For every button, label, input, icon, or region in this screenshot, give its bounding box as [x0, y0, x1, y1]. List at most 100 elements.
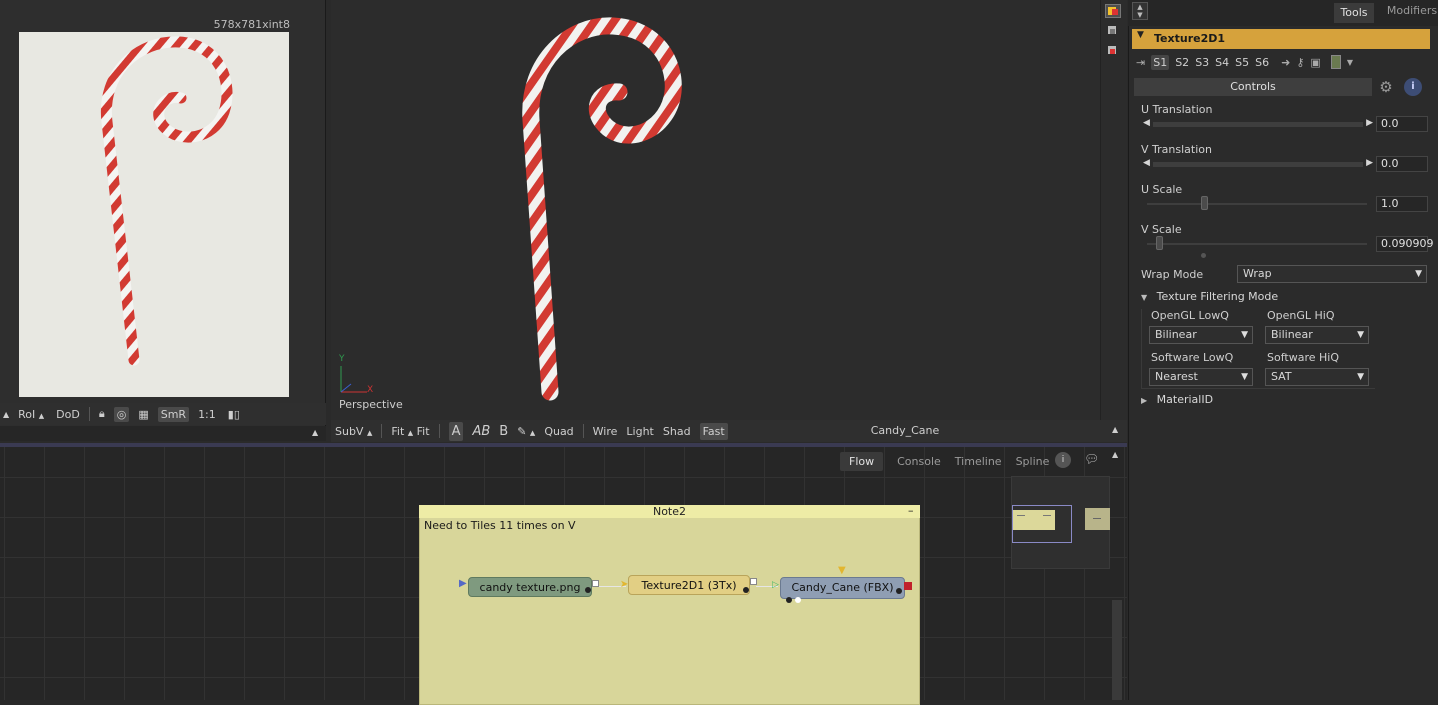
wipe-tool-icon[interactable]: ✎ ▲ [517, 425, 535, 438]
buffer-a-button[interactable]: A [448, 421, 464, 441]
output-square-port[interactable] [750, 578, 757, 585]
shad-button[interactable]: Shad [663, 425, 691, 438]
software-lowq-value: Nearest [1155, 370, 1198, 383]
info-icon[interactable]: i [1404, 78, 1422, 96]
tab-console[interactable]: Console [897, 455, 941, 468]
checker-icon[interactable]: ▦ [135, 407, 151, 422]
gear-icon[interactable]: ⚙ [1376, 77, 1396, 97]
u-scale-slider-thumb[interactable] [1201, 196, 1208, 210]
slider-track[interactable] [1147, 243, 1367, 245]
slider-left-arrow-icon[interactable]: ◀ [1143, 118, 1150, 128]
slider-right-arrow-icon[interactable]: ▶ [1366, 118, 1373, 128]
node-loader-candy-texture[interactable]: candy texture.png [468, 577, 592, 597]
wire-button[interactable]: Wire [593, 425, 618, 438]
u-scale-slider[interactable] [1143, 196, 1373, 210]
roi-button[interactable]: RoI ▲ [15, 407, 47, 422]
3d-viewport[interactable] [331, 0, 1127, 420]
smr-button[interactable]: SmR [157, 406, 190, 422]
left-arrow-icon[interactable]: ▲ [3, 410, 9, 419]
slider-right-arrow-icon[interactable]: ▶ [1366, 158, 1373, 168]
dod-button[interactable]: DoD [53, 407, 83, 422]
ratio-button[interactable]: 1:1 [195, 407, 219, 422]
texture-preview-image [19, 32, 289, 397]
note-text[interactable]: Need to Tiles 11 times on V [424, 519, 576, 532]
collapse-triangle-icon[interactable]: ▼ [1137, 30, 1144, 40]
slot-s5[interactable]: S5 [1235, 56, 1249, 69]
expand-triangle-icon[interactable]: ▶ [1141, 396, 1147, 405]
swatch-dropdown-icon[interactable]: ▼ [1347, 58, 1353, 67]
subv-button[interactable]: SubV ▲ [335, 425, 372, 438]
comment-icon[interactable]: 💬︎ [1084, 452, 1102, 466]
color-swatch[interactable] [1330, 55, 1341, 69]
view-cube-icon[interactable] [1105, 24, 1121, 38]
v-translation-value[interactable]: 0.0 [1376, 156, 1428, 172]
view-cube-active-icon[interactable] [1105, 4, 1121, 18]
tab-tools[interactable]: Tools [1334, 3, 1374, 23]
output-port[interactable] [585, 587, 591, 593]
node-candy-cane-fbx[interactable]: Candy_Cane (FBX) [780, 577, 905, 599]
lock-icon[interactable]: 🔒︎ [96, 406, 108, 422]
u-translation-value[interactable]: 0.0 [1376, 116, 1428, 132]
v-translation-slider[interactable]: ◀ ▶ [1143, 158, 1373, 169]
wrap-mode-dropdown[interactable]: Wrap ▼ [1237, 265, 1427, 283]
opengl-lowq-dropdown[interactable]: Bilinear ▼ [1149, 326, 1253, 344]
buffer-b-button[interactable]: B [499, 424, 508, 439]
collapse-triangle-icon[interactable]: ▼ [1141, 293, 1147, 302]
fit-button[interactable]: Fit ▲ Fit [391, 425, 429, 438]
output-square-port[interactable] [592, 580, 599, 587]
output-port[interactable] [896, 588, 902, 594]
buffer-ab-button[interactable]: AB [472, 424, 490, 439]
slider-track[interactable] [1147, 203, 1367, 205]
slot-s3[interactable]: S3 [1195, 56, 1209, 69]
scroll-up-arrow-icon[interactable]: ▲ [1112, 450, 1118, 459]
eye-slash-icon[interactable]: ◎ [113, 406, 130, 422]
output-port-white[interactable] [795, 597, 801, 603]
fast-button[interactable]: Fast [699, 422, 728, 440]
slot-s2[interactable]: S2 [1175, 56, 1189, 69]
note-box[interactable] [419, 505, 920, 705]
tab-spline[interactable]: Spline [1016, 455, 1050, 468]
slider-left-arrow-icon[interactable]: ◀ [1143, 158, 1150, 168]
key-icon[interactable]: ⚷ [1296, 56, 1304, 69]
pin-icon[interactable]: ⇥ [1136, 56, 1145, 69]
tool-header-texture2d1[interactable]: Texture2D1 [1132, 29, 1430, 49]
slider-bar[interactable] [1153, 162, 1363, 167]
software-lowq-dropdown[interactable]: Nearest ▼ [1149, 368, 1253, 386]
arrow-right-icon[interactable]: ➜ [1281, 56, 1290, 69]
expand-arrow-icon[interactable]: ▲ [1112, 425, 1118, 434]
controls-tab[interactable]: Controls [1134, 78, 1372, 96]
flow-vertical-scrollbar[interactable] [1112, 600, 1122, 700]
software-hiq-dropdown[interactable]: SAT ▼ [1265, 368, 1369, 386]
tab-timeline[interactable]: Timeline [955, 455, 1002, 468]
slot-s6[interactable]: S6 [1255, 56, 1269, 69]
v-scale-slider[interactable] [1143, 236, 1373, 250]
perspective-label[interactable]: Perspective [339, 398, 403, 411]
quad-button[interactable]: Quad [544, 425, 573, 438]
v-scale-value[interactable]: 0.090909 [1376, 236, 1434, 252]
expand-arrow-icon[interactable]: ▲ [312, 428, 318, 437]
display-icon[interactable]: ▣ [1310, 56, 1320, 69]
slot-s4[interactable]: S4 [1215, 56, 1229, 69]
updown-arrows-icon[interactable]: ▲ ▼ [1132, 2, 1148, 20]
materialid-header[interactable]: ▶ MaterialID [1141, 393, 1213, 406]
u-scale-value[interactable]: 1.0 [1376, 196, 1428, 212]
v-scale-slider-thumb[interactable] [1155, 236, 1163, 250]
light-button[interactable]: Light [626, 425, 653, 438]
node-texture2d1[interactable]: Texture2D1 (3Tx) [628, 575, 750, 595]
output-port[interactable] [786, 597, 792, 603]
slot-s1[interactable]: S1 [1151, 54, 1170, 70]
note-minimize-icon[interactable]: – [908, 504, 914, 517]
note-title[interactable]: Note2 [419, 505, 920, 518]
texture-filtering-header[interactable]: ▼ Texture Filtering Mode [1141, 290, 1278, 303]
navigator-view-rect[interactable] [1012, 505, 1072, 543]
output-red-port[interactable] [904, 582, 912, 590]
levels-icon[interactable]: ▮▯ [225, 407, 243, 422]
u-translation-slider[interactable]: ◀ ▶ [1143, 118, 1373, 129]
info-icon[interactable]: i [1055, 452, 1071, 468]
tab-flow[interactable]: Flow [840, 451, 884, 471]
tab-modifiers[interactable]: Modifiers [1386, 3, 1438, 23]
slider-bar[interactable] [1153, 122, 1363, 127]
opengl-hiq-dropdown[interactable]: Bilinear ▼ [1265, 326, 1369, 344]
view-cube-color-icon[interactable] [1105, 44, 1121, 58]
output-port[interactable] [743, 587, 749, 593]
